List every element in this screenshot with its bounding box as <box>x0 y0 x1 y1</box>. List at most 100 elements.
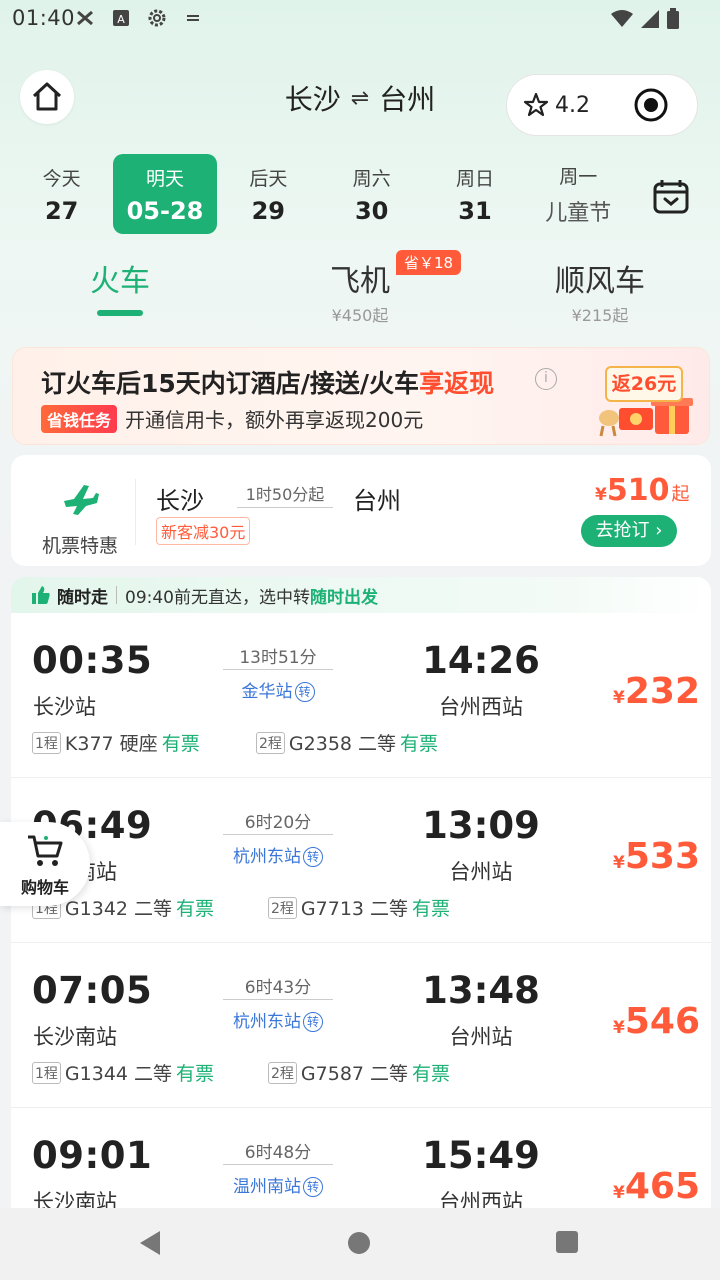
leg-availability: 有票 <box>176 898 215 920</box>
duration-line <box>223 834 333 835</box>
date-value: 儿童节 <box>545 200 612 226</box>
cashback-promo-banner[interactable]: 订火车后15天内订酒店/接送/火车享返现 i 省钱任务 开通信用卡，额外再享返现… <box>12 347 710 445</box>
cart-button[interactable]: 购物车 <box>0 822 90 906</box>
flight-from: 长沙 <box>156 487 204 515</box>
ticket-price: ¥232 <box>613 671 700 712</box>
transfer-icon: 转 <box>303 847 323 867</box>
divider <box>135 479 136 545</box>
back-icon[interactable] <box>138 1230 162 1256</box>
leg-availability: 有票 <box>400 733 439 755</box>
recent-apps-button[interactable] <box>556 1231 578 1253</box>
date-item[interactable]: 周日 31 <box>423 154 526 234</box>
route-title[interactable]: 长沙 ⇌ 台州 <box>240 78 480 118</box>
sync-icon <box>182 8 204 28</box>
leg-tag: 2程 <box>256 731 285 754</box>
tab-train[interactable]: 火车 <box>80 256 160 316</box>
flight-duration: 1时50分起 <box>245 485 325 504</box>
rating-button[interactable]: 4.2 <box>507 92 604 118</box>
transfer-station: 杭州东站转 <box>223 1007 333 1032</box>
price-value: 232 <box>624 671 700 712</box>
price-value: 465 <box>624 1166 700 1207</box>
to-city: 台州 <box>379 83 436 116</box>
date-item[interactable]: 周六 30 <box>320 154 423 234</box>
transfer-station: 温州南站转 <box>223 1172 333 1197</box>
wifi-icon <box>611 10 633 27</box>
tab-label: 顺风车 <box>555 264 645 299</box>
departure-time: 07:05 <box>32 969 153 1012</box>
transfer-icon: 转 <box>303 1012 323 1032</box>
flight-to: 台州 <box>353 487 401 515</box>
home-button[interactable] <box>20 70 74 124</box>
date-label: 周六 <box>352 167 391 190</box>
date-item[interactable]: 周一 儿童节 <box>527 154 630 234</box>
arrival-time: 13:48 <box>422 969 540 1012</box>
date-item-selected[interactable]: 明天 05-28 <box>113 154 217 234</box>
calendar-button[interactable] <box>650 176 692 218</box>
app-badge-icon: A <box>110 8 132 28</box>
anytime-text: 09:40前无直达，选中转 <box>125 587 310 608</box>
ticket-price: ¥546 <box>613 1001 700 1042</box>
train-card[interactable]: 00:35 长沙站 13时51分 金华站转 14:26 台州西站 ¥232 1程… <box>11 613 711 777</box>
duration-line <box>223 999 333 1000</box>
train-card[interactable]: 09:01 长沙南站 6时48分 温州南站转 15:49 台州西站 ¥465 <box>11 1108 711 1208</box>
leg-tag: 2程 <box>268 896 297 919</box>
price-value: 533 <box>624 836 700 877</box>
star-icon <box>523 92 549 117</box>
tab-flight[interactable]: 飞机 ¥450起 <box>310 256 410 326</box>
ticket-price: ¥465 <box>613 1166 700 1207</box>
leg-availability: 有票 <box>412 1063 451 1085</box>
trip-duration: 6时48分 <box>244 1143 312 1163</box>
date-label: 后天 <box>249 167 288 190</box>
price-suffix: 起 <box>671 484 690 505</box>
date-item[interactable]: 后天 29 <box>217 154 320 234</box>
info-icon[interactable]: i <box>535 368 557 390</box>
transfer-station-name: 杭州东站 <box>233 847 301 867</box>
currency-symbol: ¥ <box>613 853 625 873</box>
close-capsule-button[interactable] <box>604 87 697 123</box>
transfer-station: 金华站转 <box>223 677 333 702</box>
currency-symbol: ¥ <box>613 688 625 708</box>
status-right <box>610 8 680 30</box>
calendar-icon <box>653 180 689 214</box>
tab-label: 火车 <box>90 264 150 299</box>
leg-tag: 1程 <box>32 1061 61 1084</box>
flight-deal-card[interactable]: 机票特惠 长沙 1时50分起 台州 新客减30元 ¥ 510 起 去抢订 › <box>11 455 711 566</box>
duration-line <box>237 507 333 508</box>
transfer-station-name: 金华站 <box>241 682 293 702</box>
arrival-time: 15:49 <box>422 1134 540 1177</box>
date-value: 29 <box>251 196 286 225</box>
status-icons: A <box>74 8 204 28</box>
divider <box>116 586 117 604</box>
status-time: 01:40 <box>12 6 76 30</box>
arrival-time: 14:26 <box>422 639 540 682</box>
flight-price: ¥ 510 起 <box>595 473 689 508</box>
gift-illustration: 返26元 <box>597 360 697 440</box>
mode-tabs: 火车 飞机 ¥450起 顺风车 ¥215起 <box>0 256 720 326</box>
arrival-station: 台州西站 <box>439 1190 523 1208</box>
leg-train: G2358 二等 <box>288 733 397 755</box>
train-card[interactable]: 07:05 长沙南站 6时43分 杭州东站转 13:48 台州站 ¥546 1程… <box>11 943 711 1107</box>
leg-tag: 1程 <box>32 731 61 754</box>
departure-time: 00:35 <box>32 639 153 682</box>
date-label: 周一 <box>559 165 598 188</box>
tab-carpool[interactable]: 顺风车 ¥215起 <box>540 256 660 326</box>
rating-value: 4.2 <box>555 92 590 118</box>
tab-underline <box>97 310 143 316</box>
from-city: 长沙 <box>284 83 341 116</box>
leg-train: G7587 二等 <box>300 1063 409 1085</box>
date-item[interactable]: 今天 27 <box>10 154 113 234</box>
anytime-bar[interactable]: 随时走 09:40前无直达，选中转 随时出发 <box>11 577 711 613</box>
trip-duration: 6时43分 <box>244 978 312 998</box>
leg-train: G1342 二等 <box>64 898 173 920</box>
transfer-station: 杭州东站转 <box>223 842 333 867</box>
tab-sub: ¥450起 <box>331 306 389 325</box>
departure-time: 09:01 <box>32 1134 153 1177</box>
swap-icon[interactable]: ⇌ <box>351 86 369 111</box>
signal-icon <box>641 10 659 28</box>
train-card[interactable]: 06:49 长沙南站 6时20分 杭州东站转 13:09 台州站 ¥533 1程… <box>11 778 711 942</box>
book-flight-button[interactable]: 去抢订 › <box>581 515 677 547</box>
home-icon <box>32 82 62 111</box>
nav-home-button[interactable] <box>348 1232 370 1254</box>
leg-1: 1程 G1344 二等 有票 <box>32 1059 214 1086</box>
date-label: 周日 <box>455 167 494 190</box>
